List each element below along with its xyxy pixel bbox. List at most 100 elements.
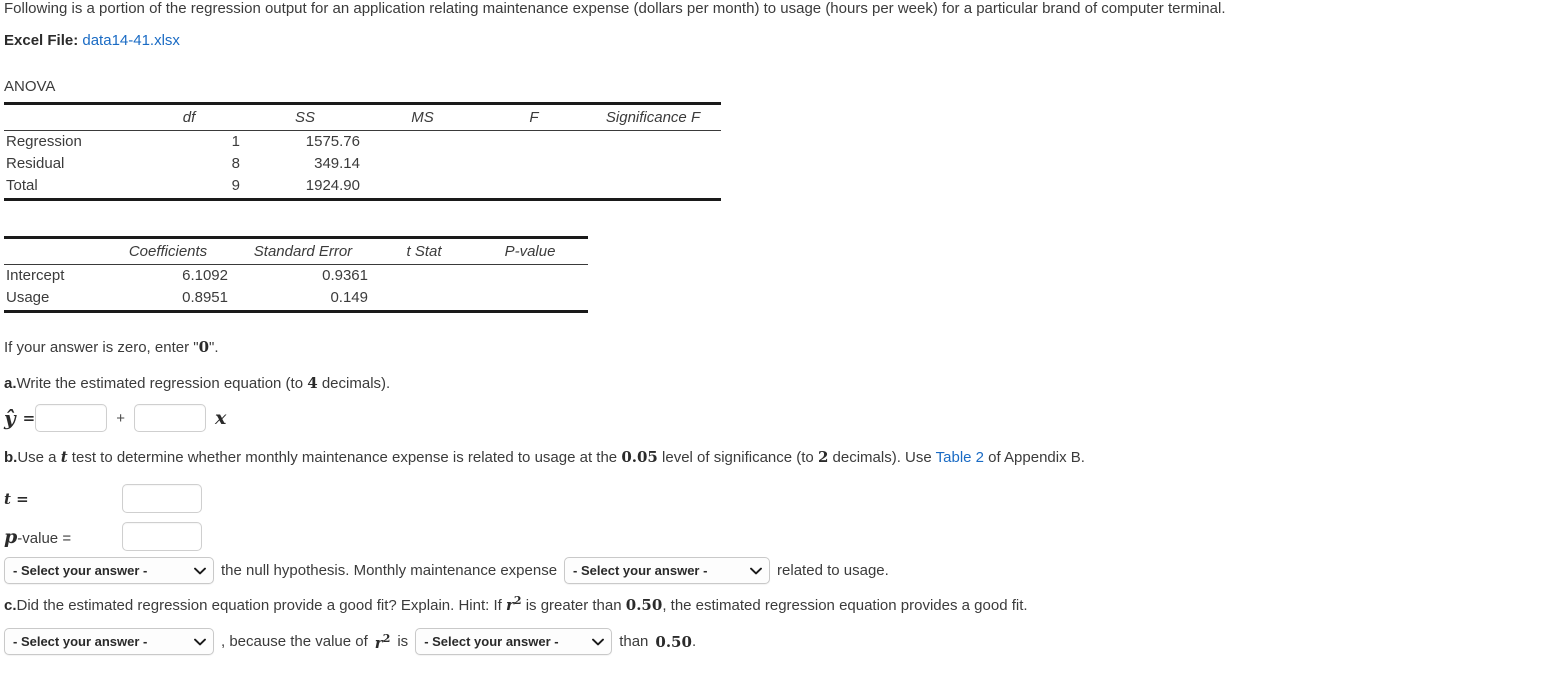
equals-symbol: =: [22, 409, 36, 427]
r-squared-symbol-2: r2: [375, 632, 391, 652]
p-value-label-rest: -value =: [17, 529, 72, 547]
part-c-conclusion-row: - Select your answer - , because the val…: [4, 628, 696, 655]
coef-col-coefficients: Coefficients: [106, 236, 236, 265]
worksheet-page: Following is a portion of the regression…: [0, 0, 1545, 678]
anova-caption: ANOVA: [4, 78, 56, 95]
anova-cell-sig: [591, 131, 721, 154]
r-exponent: 2: [382, 631, 391, 645]
relationship-select[interactable]: - Select your answer -: [564, 557, 771, 584]
part-a-text-pre: Write the estimated regression equation …: [16, 375, 308, 392]
anova-cell-f: [483, 153, 591, 175]
part-c-mid-text-3: than: [619, 633, 649, 650]
coef-cell-standard-error: 0.9361: [322, 267, 368, 284]
intro-paragraph: Following is a portion of the regression…: [4, 0, 1226, 17]
part-a-text-post: decimals).: [317, 375, 391, 392]
coef-cell-t-stat: [376, 287, 478, 313]
part-c-marker: c.: [4, 597, 17, 614]
anova-col-f: F: [483, 102, 591, 131]
p-value-input[interactable]: [122, 522, 202, 551]
t-statistic-row: t =: [4, 484, 202, 513]
excel-file-line: Excel File: data14-41.xlsx: [4, 32, 180, 49]
good-fit-select[interactable]: - Select your answer -: [4, 628, 214, 655]
relationship-select-value: - Select your answer -: [573, 563, 708, 578]
anova-cell-df: 1: [231, 133, 240, 150]
coef-col-t-stat: t Stat: [376, 236, 478, 265]
table-row: Usage 0.8951 0.149: [4, 287, 588, 313]
part-b-text-1: Use a: [17, 449, 61, 466]
part-c-text-2: is greater than: [521, 597, 626, 614]
table-row: Total 9 1924.90: [4, 175, 721, 201]
comparison-select-value: - Select your answer -: [424, 634, 559, 649]
x-symbol: x: [214, 407, 227, 429]
part-b-text-5: of Appendix B.: [984, 449, 1085, 466]
zero-note-value: 0: [198, 338, 210, 356]
coefficients-header-row: Coefficients Standard Error t Stat P-val…: [4, 236, 588, 265]
t-statistic-label: t =: [4, 489, 29, 508]
part-b-mid-text-1: the null hypothesis. Monthly maintenance…: [221, 562, 558, 579]
good-fit-select-value: - Select your answer -: [13, 634, 148, 649]
anova-cell-ss: 349.14: [314, 155, 360, 172]
anova-cell-ss: 1575.76: [305, 133, 360, 150]
plus-symbol: +: [116, 409, 125, 427]
excel-file-link[interactable]: data14-41.xlsx: [82, 32, 180, 49]
excel-file-label: Excel File:: [4, 32, 79, 49]
part-a-prompt: a.Write the estimated regression equatio…: [4, 374, 390, 392]
coefficients-table: Coefficients Standard Error t Stat P-val…: [4, 236, 588, 313]
t-symbol: t: [60, 448, 68, 466]
table-row: Residual 8 349.14: [4, 153, 721, 175]
coef-cell-coefficient: 6.1092: [182, 267, 228, 284]
part-b-conclusion-row: - Select your answer - the null hypothes…: [4, 557, 896, 584]
part-b-prompt: b.Use a t test to determine whether mont…: [4, 448, 1085, 466]
coef-row-label: Usage: [4, 287, 106, 313]
anova-row-label: Residual: [6, 155, 65, 172]
anova-header-row: df SS MS F Significance F: [4, 102, 721, 131]
anova-col-ss: SS: [248, 102, 368, 131]
part-a-marker: a.: [4, 375, 17, 392]
anova-cell-sig: [591, 175, 721, 201]
chevron-down-icon: [750, 567, 762, 574]
coef-cell-p-value: [478, 287, 588, 313]
p-value-label: p-value =: [4, 526, 122, 548]
coef-col-p-value: P-value: [478, 236, 588, 265]
coef-cell-p-value: [478, 265, 588, 288]
part-c-mid-text-1: , because the value of: [221, 633, 368, 650]
anova-col-blank: [4, 102, 136, 131]
t-statistic-input[interactable]: [122, 484, 202, 513]
part-c-mid-text-2: is: [397, 633, 409, 650]
intercept-input[interactable]: [35, 404, 108, 432]
coef-cell-coefficient: 0.8951: [106, 287, 236, 313]
hypothesis-decision-select-value: - Select your answer -: [13, 563, 148, 578]
coef-col-blank: [4, 236, 106, 265]
anova-cell-ms: [368, 175, 483, 201]
p-symbol: p: [4, 525, 18, 548]
zero-answer-note: If your answer is zero, enter "0".: [4, 338, 219, 356]
fit-threshold-2: 0.50: [655, 632, 692, 651]
slope-input[interactable]: [133, 404, 206, 432]
part-b-decimals: 2: [817, 448, 829, 466]
coef-cell-t-stat: [376, 265, 478, 288]
anova-row-label: Total: [4, 175, 136, 201]
part-b-text-3: level of significance (to: [657, 449, 818, 466]
anova-col-ms: MS: [368, 102, 483, 131]
comparison-select[interactable]: - Select your answer -: [415, 628, 613, 655]
anova-cell-df: 9: [136, 175, 248, 201]
part-c-text-3: , the estimated regression equation prov…: [662, 597, 1028, 614]
chevron-down-icon: [194, 638, 206, 645]
table-2-link[interactable]: Table 2: [936, 449, 984, 466]
part-b-marker: b.: [4, 449, 18, 466]
part-c-prompt: c.Did the estimated regression equation …: [4, 594, 1028, 614]
chevron-down-icon: [194, 567, 206, 574]
anova-cell-f: [483, 175, 591, 201]
anova-cell-df: 8: [231, 155, 240, 172]
chevron-down-icon: [592, 638, 605, 645]
coef-col-standard-error: Standard Error: [236, 236, 376, 265]
r-exponent: 2: [513, 594, 522, 607]
part-b-mid-text-2: related to usage.: [777, 562, 889, 579]
anova-cell-ms: [368, 131, 483, 154]
r-symbol: r: [374, 633, 383, 652]
regression-equation-row: ŷ = + x: [4, 404, 226, 432]
part-b-text-4: decimals). Use: [828, 449, 936, 466]
anova-col-significance-f: Significance F: [591, 102, 721, 131]
hypothesis-decision-select[interactable]: - Select your answer -: [4, 557, 214, 584]
anova-row-label: Regression: [6, 133, 82, 150]
